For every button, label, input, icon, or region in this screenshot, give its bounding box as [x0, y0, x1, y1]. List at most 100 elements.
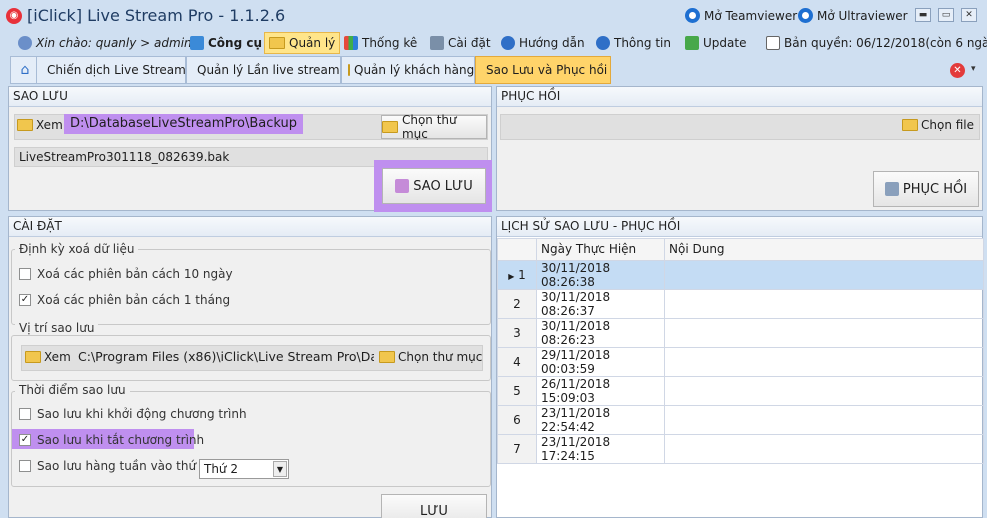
location-choose-folder-label: Chọn thư mục: [398, 350, 483, 364]
menu-manage[interactable]: Quản lý: [264, 32, 341, 54]
date-cell: 30/11/2018 08:26:37: [536, 288, 665, 319]
tab-backup-restore[interactable]: Sao Lưu và Phục hồi: [475, 56, 611, 84]
menu-settings-label: Cài đặt: [448, 36, 491, 50]
license-text: Bản quyền: 06/12/2018(còn 6 ngày): [784, 36, 987, 50]
table-row[interactable]: 7 23/11/2018 17:24:15: [497, 433, 984, 464]
info-icon: [596, 36, 610, 50]
location-path[interactable]: C:\Program Files (x86)\iClick\Live Strea…: [78, 349, 374, 364]
folder-icon: [17, 119, 33, 131]
menu-bar: Xin chào: quanly > admin Công cụ Quản lý…: [0, 32, 987, 56]
row-number-header: [497, 238, 537, 261]
table-row[interactable]: 5 26/11/2018 15:09:03: [497, 375, 984, 406]
checkbox-box: [19, 408, 31, 420]
view-label: Xem: [36, 118, 63, 132]
backup-on-exit-checkbox[interactable]: ✓ Sao lưu khi tắt chương trình: [19, 433, 204, 447]
teamviewer-label: Mở Teamviewer: [704, 8, 798, 23]
menu-stats[interactable]: Thống kê: [340, 32, 421, 54]
chevron-down-icon[interactable]: ▾: [971, 64, 976, 74]
window-title: [iClick] Live Stream Pro - 1.1.2.6: [27, 6, 286, 25]
calendar-icon: [766, 36, 780, 50]
open-ultraviewer-link[interactable]: Mở Ultraviewer: [798, 8, 908, 23]
weekday-select[interactable]: Thứ 2 ▼: [199, 459, 289, 479]
backup-path[interactable]: D:\DatabaseLiveStreamPro\Backup: [64, 114, 304, 134]
row-number: 7: [497, 433, 537, 464]
table-row[interactable]: 3 30/11/2018 08:26:23: [497, 317, 984, 348]
backup-view-button[interactable]: Xem: [17, 118, 63, 132]
row-number: ▶ 1: [497, 259, 537, 290]
date-cell: 30/11/2018 08:26:38: [536, 259, 665, 290]
content-cell: [664, 404, 984, 435]
row-indicator-icon: ▶: [508, 271, 515, 281]
history-header: LỊCH SỬ SAO LƯU - PHỤC HỒI: [497, 217, 982, 237]
choose-folder-button[interactable]: Chọn thư mục: [381, 113, 487, 141]
table-row[interactable]: 4 29/11/2018 00:03:59: [497, 346, 984, 377]
location-view-label: Xem: [44, 350, 71, 364]
folder-icon: [25, 351, 41, 363]
bar-chart-icon: [344, 36, 358, 50]
column-date-header[interactable]: Ngày Thực Hiện: [536, 238, 665, 261]
open-teamviewer-link[interactable]: Mở Teamviewer: [685, 8, 797, 23]
restore-header: PHỤC HỒI: [497, 87, 982, 107]
minimize-button[interactable]: ▬: [915, 8, 931, 22]
choose-folder-label: Chọn thư mục: [401, 113, 457, 141]
backup-on-start-label: Sao lưu khi khởi động chương trình: [37, 407, 247, 421]
content-cell: [664, 375, 984, 406]
menu-stats-label: Thống kê: [362, 36, 418, 50]
row-number-text: 1: [518, 267, 526, 282]
restore-button-label: PHỤC HỒI: [902, 181, 968, 197]
row-number: 2: [497, 288, 537, 319]
tab-customers[interactable]: Quản lý khách hàng: [341, 56, 475, 84]
menu-tools[interactable]: Công cụ: [186, 32, 266, 54]
delete-1-month-checkbox[interactable]: ✓ Xoá các phiên bản cách 1 tháng: [19, 293, 230, 307]
backup-header: SAO LƯU: [9, 87, 491, 107]
column-content-header[interactable]: Nội Dung: [664, 238, 984, 261]
customers-icon: [348, 64, 350, 76]
menu-update[interactable]: Update: [681, 32, 750, 54]
user-icon: [18, 36, 32, 50]
table-row[interactable]: 6 23/11/2018 22:54:42: [497, 404, 984, 435]
chevron-down-icon: ▼: [273, 461, 287, 477]
delete-10-days-checkbox[interactable]: Xoá các phiên bản cách 10 ngày: [19, 267, 233, 281]
location-choose-folder-button[interactable]: Chọn thư mục: [379, 350, 482, 364]
location-view-button[interactable]: Xem: [25, 350, 71, 364]
ultraviewer-icon: [798, 8, 813, 23]
history-header-row: Ngày Thực Hiện Nội Dung: [497, 238, 984, 261]
backup-weekly-checkbox[interactable]: Sao lưu hàng tuần vào thứ: [19, 459, 196, 473]
row-number: 3: [497, 317, 537, 348]
teamviewer-icon: [685, 8, 700, 23]
content-cell: [664, 346, 984, 377]
content-cell: [664, 433, 984, 464]
menu-info-label: Thông tin: [614, 36, 671, 50]
close-tab-icon[interactable]: ✕: [950, 63, 965, 78]
checkbox-box: [19, 460, 31, 472]
tools-icon: [190, 36, 204, 50]
backup-on-start-checkbox[interactable]: Sao lưu khi khởi động chương trình: [19, 407, 247, 421]
tab-backup-restore-label: Sao Lưu và Phục hồi: [486, 63, 608, 77]
restore-button[interactable]: PHỤC HỒI: [873, 171, 979, 207]
restore-icon: [884, 182, 899, 196]
folder-icon: [269, 37, 285, 49]
tab-live-sessions[interactable]: Quản lý Lần live stream: [186, 56, 341, 84]
save-settings-button[interactable]: LƯU: [381, 494, 487, 518]
tab-live-sessions-label: Quản lý Lần live stream: [197, 63, 340, 77]
table-row[interactable]: 2 30/11/2018 08:26:37: [497, 288, 984, 319]
close-window-button[interactable]: ✕: [961, 8, 977, 22]
date-cell: 29/11/2018 00:03:59: [536, 346, 665, 377]
content-cell: [664, 259, 984, 290]
tab-campaign[interactable]: Chiến dịch Live Stream: [36, 56, 186, 84]
backup-button-label: SAO LƯU: [413, 178, 473, 194]
menu-guide[interactable]: Hướng dẫn: [497, 32, 589, 54]
help-icon: [501, 36, 515, 50]
backup-icon: [395, 179, 410, 193]
maximize-button[interactable]: ▭: [938, 8, 954, 22]
menu-settings[interactable]: Cài đặt: [426, 32, 495, 54]
table-row[interactable]: ▶ 1 30/11/2018 08:26:38: [497, 259, 984, 290]
delete-1-month-label: Xoá các phiên bản cách 1 tháng: [37, 293, 231, 307]
backup-button[interactable]: SAO LƯU: [382, 168, 486, 204]
ultraviewer-label: Mở Ultraviewer: [817, 8, 908, 23]
menu-info[interactable]: Thông tin: [592, 32, 675, 54]
checkbox-box: [19, 268, 31, 280]
title-bar: ◉ [iClick] Live Stream Pro - 1.1.2.6 Mở …: [0, 0, 987, 32]
choose-file-button[interactable]: Chọn file: [902, 118, 974, 132]
update-icon: [685, 36, 699, 50]
